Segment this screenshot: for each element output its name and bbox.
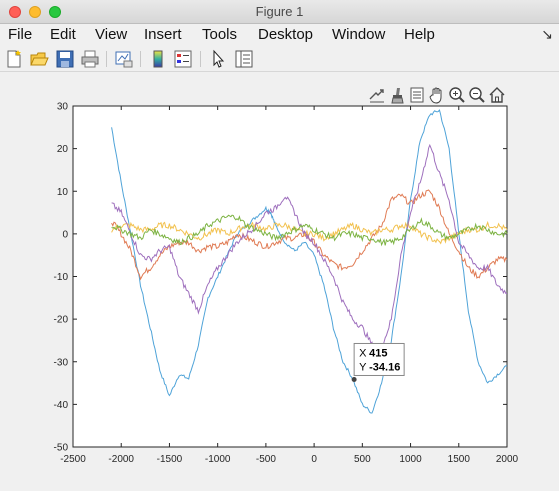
y-tick-label: -50 xyxy=(54,443,69,454)
x-tick-label: 2000 xyxy=(496,454,519,465)
y-tick-label: 30 xyxy=(57,102,69,113)
pan-hand-icon[interactable] xyxy=(428,86,446,104)
menu-desktop[interactable]: Desktop xyxy=(258,26,313,43)
print-icon[interactable] xyxy=(80,49,100,69)
open-file-icon[interactable] xyxy=(29,49,49,69)
menu-edit[interactable]: Edit xyxy=(50,26,76,43)
save-icon[interactable] xyxy=(55,49,75,69)
menu-help[interactable]: Help xyxy=(404,26,435,43)
y-tick-label: 0 xyxy=(62,229,68,240)
home-icon[interactable] xyxy=(488,86,506,104)
axes-background[interactable] xyxy=(72,105,508,448)
property-inspector-icon[interactable] xyxy=(234,49,254,69)
window-title: Figure 1 xyxy=(255,4,304,19)
export-icon[interactable] xyxy=(368,86,386,104)
brush-icon[interactable] xyxy=(388,86,406,104)
zoom-out-icon[interactable] xyxy=(468,86,486,104)
y-tick-label: -20 xyxy=(54,315,69,326)
y-tick-label: 20 xyxy=(57,144,69,155)
menu-overflow-arrow-icon[interactable]: ↘ xyxy=(541,26,553,43)
datatip-icon[interactable] xyxy=(408,86,426,104)
x-tick-label: -1000 xyxy=(205,454,231,465)
menu-tools[interactable]: Tools xyxy=(202,26,237,43)
toolbar-separator xyxy=(200,51,201,67)
edit-plot-pointer-icon[interactable] xyxy=(208,49,228,69)
y-tick-label: -40 xyxy=(54,400,69,411)
menu-window[interactable]: Window xyxy=(332,26,385,43)
insert-legend-icon[interactable] xyxy=(173,49,193,69)
title-bar: Figure 1 xyxy=(0,0,559,24)
menu-insert[interactable]: Insert xyxy=(144,26,182,43)
y-tick-label: -30 xyxy=(54,357,69,368)
figure-toolbar xyxy=(0,46,559,72)
link-plot-icon[interactable] xyxy=(114,49,134,69)
menu-file[interactable]: File xyxy=(8,26,32,43)
menu-bar: File Edit View Insert Tools Desktop Wind… xyxy=(0,24,559,46)
x-tick-label: -2500 xyxy=(60,454,86,465)
x-tick-label: 1000 xyxy=(399,454,422,465)
x-tick-label: -2000 xyxy=(108,454,134,465)
new-figure-icon[interactable] xyxy=(4,49,24,69)
toolbar-separator xyxy=(106,51,107,67)
menu-view[interactable]: View xyxy=(95,26,127,43)
figure-window: Figure 1 File Edit View Insert Tools Des… xyxy=(0,0,559,491)
x-tick-label: 500 xyxy=(354,454,371,465)
x-tick-label: -500 xyxy=(256,454,276,465)
x-tick-label: 0 xyxy=(311,454,317,465)
x-tick-label: -1500 xyxy=(157,454,183,465)
plot-canvas: -2500 -2000 -1500 -1000 -500 0 500 1000 1500 2000… xyxy=(54,102,519,466)
y-tick-label: -10 xyxy=(54,272,69,283)
y-tick-label: 10 xyxy=(57,187,69,198)
x-tick-label: 1500 xyxy=(448,454,471,465)
toolbar-separator xyxy=(140,51,141,67)
zoom-in-icon[interactable] xyxy=(448,86,466,104)
insert-colorbar-icon[interactable] xyxy=(148,49,168,69)
